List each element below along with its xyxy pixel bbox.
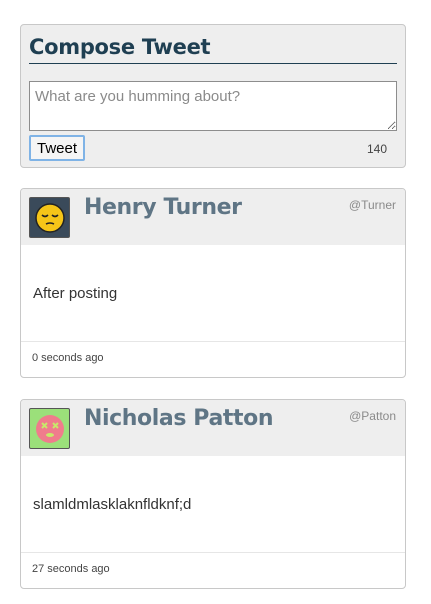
avatar xyxy=(29,197,70,238)
tweet-card: Henry Turner @Turner After posting 0 sec… xyxy=(20,188,406,378)
dizzy-face-icon xyxy=(35,414,64,443)
avatar xyxy=(29,408,70,449)
tweet-text-input[interactable] xyxy=(29,81,397,131)
character-counter: 140 xyxy=(366,142,387,156)
user-handle: @Turner xyxy=(348,198,396,212)
user-handle: @Patton xyxy=(349,409,396,423)
compose-title: Compose Tweet xyxy=(29,33,397,64)
tweet-button[interactable]: Tweet xyxy=(29,135,86,161)
tweet-timestamp: 27 seconds ago xyxy=(32,563,110,575)
user-name: Nicholas Patton xyxy=(84,406,274,431)
tweet-card: Nicholas Patton @Patton slamldmlasklaknf… xyxy=(20,399,406,589)
tweet-timestamp: 0 seconds ago xyxy=(32,352,104,364)
tweet-text: After posting xyxy=(21,245,405,342)
tweet-text: slamldmlasklaknfldknf;d xyxy=(21,456,405,553)
sleepy-face-icon xyxy=(34,202,65,233)
compose-controls: Tweet 140 xyxy=(29,135,397,165)
tweet-header: Nicholas Patton @Patton xyxy=(21,400,405,456)
compose-panel: Compose Tweet Tweet 140 xyxy=(20,24,406,168)
user-name: Henry Turner xyxy=(84,195,242,220)
tweet-header: Henry Turner @Turner xyxy=(21,189,405,245)
